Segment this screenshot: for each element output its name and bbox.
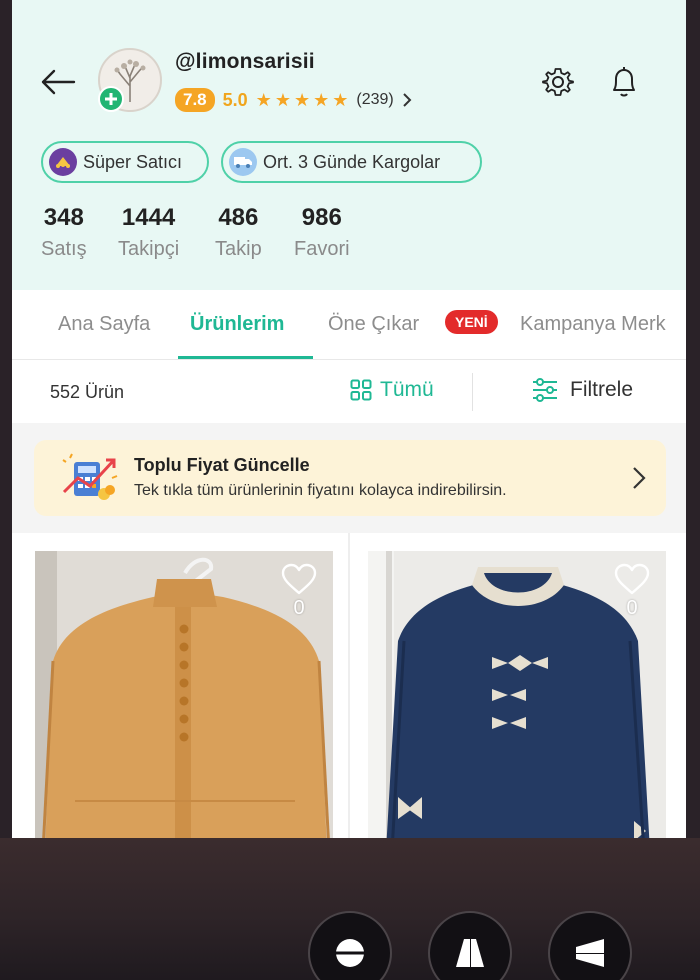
bulk-price-update-banner[interactable]: Toplu Fiyat Güncelle Tek tıkla tüm ürünl… [34, 440, 666, 516]
all-products-button[interactable]: Tümü [350, 378, 434, 402]
chevron-right-icon [403, 93, 412, 107]
filter-bar: 552 Ürün Tümü Filtrele [12, 361, 686, 423]
all-products-label: Tümü [380, 378, 434, 401]
star-icon: ★ [332, 90, 349, 110]
super-seller-label: Süper Satıcı [83, 151, 183, 172]
heart-icon [281, 563, 317, 595]
bell-icon [613, 67, 635, 97]
add-photo-button[interactable] [98, 86, 124, 112]
horizontal-perspective-icon [576, 939, 604, 967]
level-icon [332, 939, 368, 967]
stat-following[interactable]: 486 Takip [215, 204, 262, 261]
promo-title: Toplu Fiyat Güncelle [134, 455, 310, 475]
app-screen: @limonsarisii 7.8 5.0 ★ ★ ★ ★ ★ (239) Sü… [12, 0, 686, 838]
review-count: (239) [356, 91, 394, 108]
new-badge: YENİ [445, 310, 498, 334]
stat-favorites[interactable]: 986 Favori [294, 204, 350, 261]
avatar[interactable] [98, 48, 162, 112]
product-card[interactable]: 0 [35, 551, 333, 838]
gear-icon [542, 68, 574, 96]
favorite-count: 0 [293, 597, 305, 619]
tab-campaigns[interactable]: Kampanya Merk [520, 313, 666, 336]
filter-label: Filtrele [570, 378, 634, 401]
calculator-chart-icon [62, 453, 118, 500]
stat-label: Favori [294, 238, 350, 260]
stat-value: 348 [43, 204, 84, 231]
username: @limonsarisii [175, 50, 315, 73]
product-card[interactable]: 0 [368, 551, 666, 838]
sliders-icon [533, 378, 557, 402]
star-icon: ★ [313, 90, 330, 110]
stat-sales[interactable]: 348 Satış [41, 204, 87, 261]
stat-value: 486 [218, 204, 259, 231]
tab-products[interactable]: Ürünlerim [190, 313, 284, 336]
stat-label: Satış [41, 238, 87, 260]
perspective-icon [456, 939, 484, 967]
shipping-label: Ort. 3 Günde Kargolar [263, 151, 441, 172]
stat-label: Takipçi [118, 238, 180, 260]
tab-home[interactable]: Ana Sayfa [58, 313, 150, 336]
star-icon: ★ [293, 90, 311, 110]
favorite-count: 0 [626, 597, 638, 619]
divider [472, 373, 473, 411]
stat-value: 1444 [121, 204, 176, 231]
star-rating: ★ ★ ★ ★ ★ [256, 91, 349, 109]
rating-row[interactable]: 7.8 5.0 ★ ★ ★ ★ ★ (239) [175, 87, 412, 113]
tab-promote[interactable]: Öne Çıkar [328, 313, 419, 336]
favorite-button[interactable]: 0 [279, 563, 319, 620]
crown-stars-icon [49, 148, 77, 176]
score-badge: 7.8 [175, 88, 215, 112]
heart-icon [614, 563, 650, 595]
favorite-button[interactable]: 0 [612, 563, 652, 620]
profile-header: @limonsarisii 7.8 5.0 ★ ★ ★ ★ ★ (239) Sü… [12, 0, 686, 290]
star-icon: ★ [255, 90, 272, 110]
arrow-left-icon [41, 69, 76, 95]
star-icon: ★ [274, 90, 291, 110]
rating-value: 5.0 [222, 89, 248, 110]
filter-button[interactable]: Filtrele [532, 378, 633, 402]
active-tab-indicator [178, 356, 313, 359]
grid-icon [350, 379, 372, 401]
stat-followers[interactable]: 1444 Takipçi [118, 204, 179, 261]
promo-description: Tek tıkla tüm ürünlerinin fiyatını kolay… [134, 482, 507, 499]
grid-divider [348, 533, 350, 838]
stat-label: Takip [215, 238, 262, 260]
back-button[interactable] [38, 62, 78, 102]
product-count: 552 Ürün [50, 382, 125, 402]
shipping-badge[interactable]: Ort. 3 Günde Kargolar [221, 141, 482, 183]
stat-value: 986 [301, 204, 342, 231]
settings-button[interactable] [539, 63, 577, 101]
tab-bar: Ana Sayfa Ürünlerim Öne Çıkar YENİ Kampa… [12, 290, 686, 360]
plus-icon [105, 93, 117, 105]
super-seller-badge[interactable]: Süper Satıcı [41, 141, 209, 183]
notifications-button[interactable] [605, 63, 643, 101]
truck-icon [229, 148, 257, 176]
product-grid: 0 0 [12, 533, 686, 838]
chevron-right-icon [633, 467, 646, 489]
